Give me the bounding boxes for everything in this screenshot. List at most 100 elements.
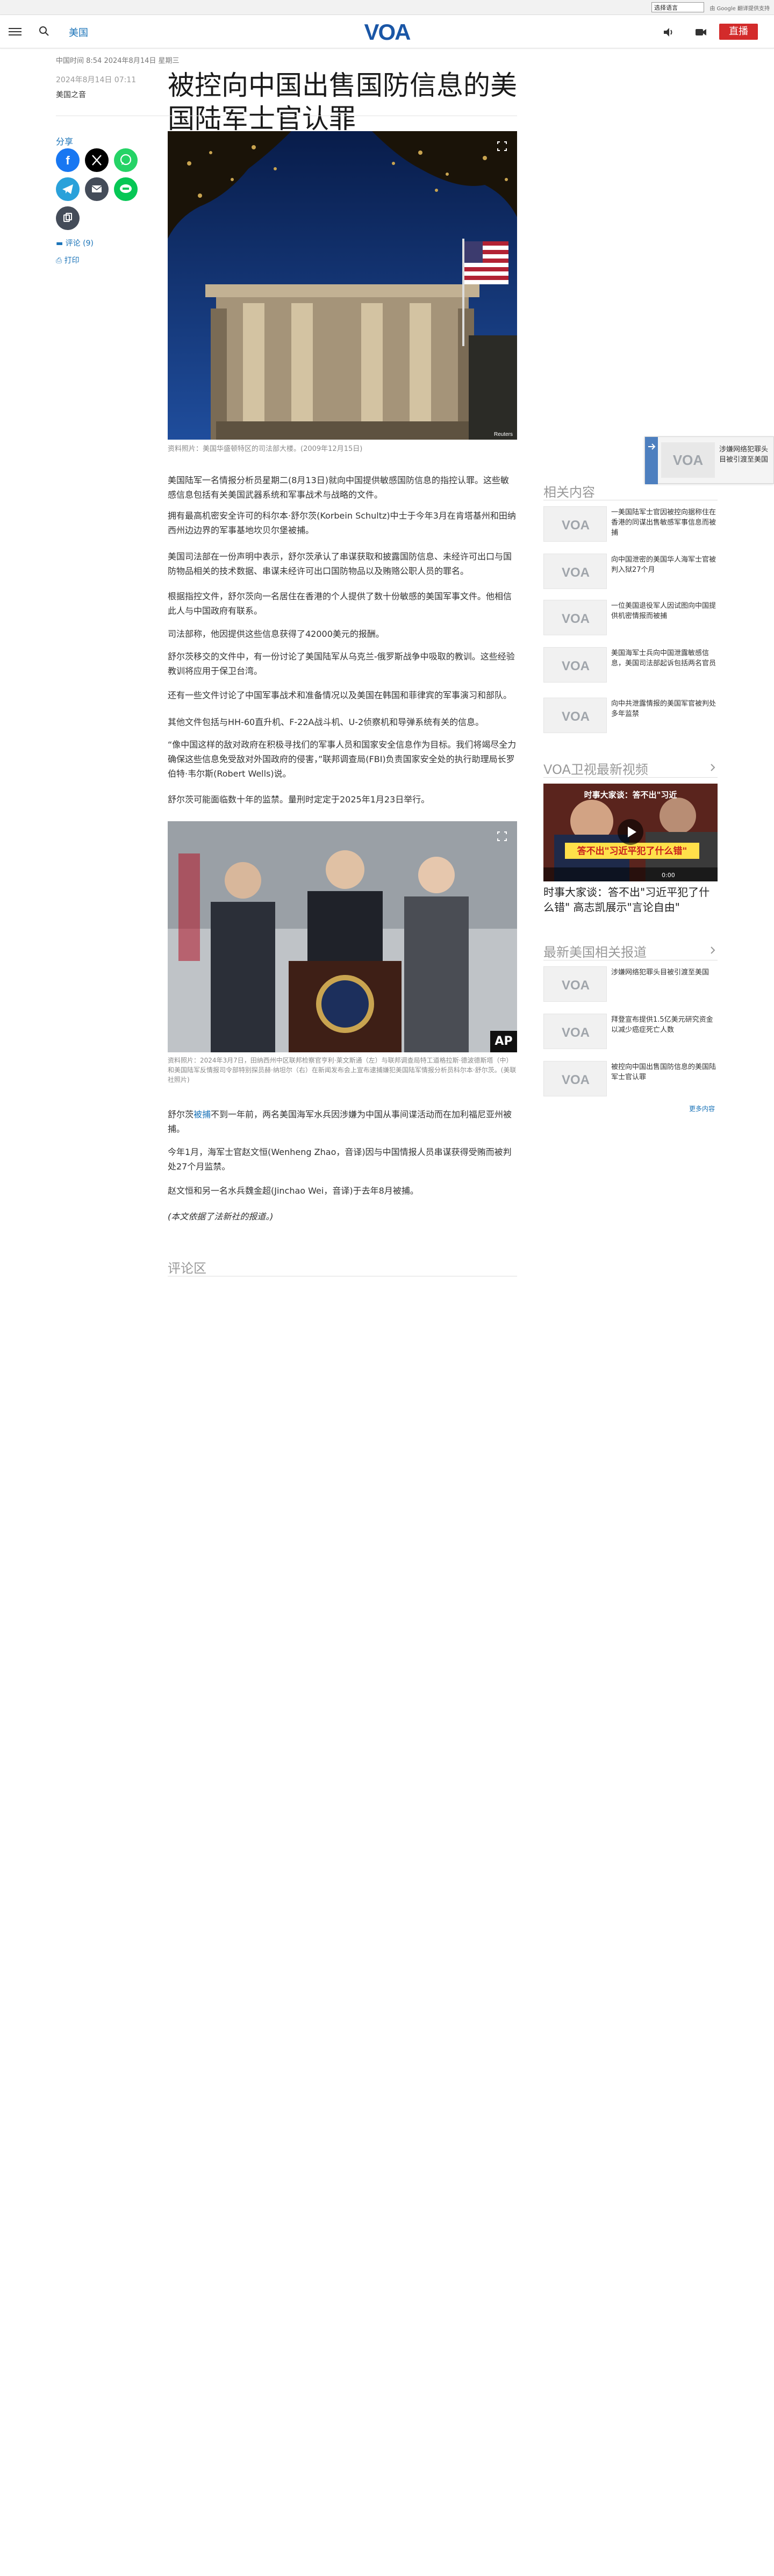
site-header: 美国 VOA 直播 <box>0 15 774 48</box>
latest-item-link[interactable]: 拜登宣布提供1.5亿美元研究资金以减少癌症死亡人数 <box>611 1015 718 1035</box>
related-item-link[interactable]: 美国海军士兵向中国泄露敏感信息，美国司法部起诉包括两名官员 <box>611 648 718 669</box>
translate-powered-text: 由 Google 翻译提供支持 <box>710 6 770 12</box>
photo-credit: Reuters <box>493 432 513 437</box>
justice-building-illustration <box>168 131 517 440</box>
paragraph: “像中国这样的敌对政府在积极寻找们的军事人员和国家安全信息作为目标。我们将竭尽全… <box>168 740 517 779</box>
press-conference-photo: AP <box>168 821 517 1052</box>
whatsapp-icon <box>114 148 138 172</box>
source-note: (本文依据了法新社的报道。) <box>168 1211 274 1222</box>
language-select[interactable]: 选择语言 <box>651 2 704 12</box>
paragraph: 舒尔茨可能面临数十年的监禁。量刑时定定于2025年1月23日举行。 <box>168 794 430 805</box>
press-conference-illustration <box>168 821 517 1052</box>
voa-logo[interactable]: VOA <box>357 19 417 44</box>
related-item-link[interactable]: 向中共泄露情报的美国军官被判处多年监禁 <box>611 699 718 719</box>
copy-link-button[interactable] <box>56 206 80 230</box>
section-link-us[interactable]: 美国 <box>69 25 88 39</box>
search-icon[interactable] <box>38 25 51 38</box>
facebook-icon: f <box>56 148 80 172</box>
related-thumbnail[interactable]: VOA <box>543 554 607 589</box>
comments-link[interactable]: ▬ 评论 (9) <box>56 238 94 248</box>
more-content-link[interactable]: 更多内容 <box>689 1104 715 1113</box>
print-link-label: 打印 <box>64 256 80 265</box>
print-link[interactable]: ⎙ 打印 <box>56 255 80 266</box>
latest-thumbnail[interactable]: VOA <box>543 1014 607 1049</box>
logo-text: VOA <box>364 19 411 44</box>
ap-logo: AP <box>490 1031 517 1052</box>
video-section-title[interactable]: VOA卫视最新视频 <box>543 759 648 778</box>
related-section-title: 相关内容 <box>543 485 595 500</box>
video-overlay-text: 答不出"习近平犯了什么错" <box>577 845 687 857</box>
paragraph: 其他文件包括与HH-60直升机、F-22A战斗机、U-2侦察机和导弹系统有关的信… <box>168 717 484 727</box>
svg-text:VOA: VOA <box>562 1073 590 1087</box>
related-item-link[interactable]: 一美国陆军士官因被控向据称住在香港的同谋出售敏感军事信息而被捕 <box>611 507 718 538</box>
publish-date: 2024年8月14日 07:11 <box>56 76 137 84</box>
paragraph: 舒尔茨移交的文件中，有一份讨论了美国陆军从乌克兰-俄罗斯战争中吸取的教训。这些经… <box>168 651 515 676</box>
photo2-caption: 资料照片：2024年3月7日，田纳西州中区联邦检察官亨利·莱文斯通（左）与联邦调… <box>168 1057 517 1084</box>
chevron-right-icon[interactable] <box>708 946 717 955</box>
expand-icon <box>497 831 507 841</box>
widget-thumbnail: VOA <box>661 442 715 478</box>
svg-text:VOA: VOA <box>562 1025 590 1040</box>
related-thumbnail[interactable]: VOA <box>543 600 607 635</box>
paragraph: 司法部称，他因提供这些信息获得了42000美元的报酬。 <box>168 629 384 639</box>
play-button[interactable] <box>618 819 643 845</box>
svg-text:VOA: VOA <box>562 709 590 724</box>
related-item-link[interactable]: 向中国泄密的美国华人海军士官被判入狱27个月 <box>611 555 718 575</box>
hero-caption: 资料照片：美国华盛顿特区的司法部大楼。(2009年12月15日) <box>168 445 363 453</box>
hero-image: Reuters <box>168 131 517 440</box>
video-card[interactable]: 答不出"习近平犯了什么错" 时事大家谈：答不出"习近 0:00 <box>543 784 718 881</box>
latest-section-title[interactable]: 最新美国相关报道 <box>543 942 647 960</box>
email-share-button[interactable] <box>85 177 109 201</box>
translate-bar: 选择语言 由 Google 翻译提供支持 <box>0 0 774 15</box>
expand-icon <box>497 141 507 151</box>
arrow-right-icon <box>648 443 656 450</box>
divider <box>543 777 718 778</box>
us-flag <box>464 241 508 284</box>
svg-text:VOA: VOA <box>562 612 590 626</box>
latest-item-link[interactable]: 涉嫌网络犯罪头目被引渡至美国 <box>611 967 718 978</box>
author-byline[interactable]: 美国之音 <box>56 89 86 100</box>
line-share-button[interactable] <box>114 177 138 201</box>
line-icon <box>114 177 138 201</box>
latest-thumbnail[interactable]: VOA <box>543 966 607 1002</box>
paragraph: 赵文恒和另一名水兵魏金超(Jinchao Wei，音译)于去年8月被捕。 <box>168 1186 419 1196</box>
paragraph: 美国司法部在一份声明中表示，舒尔茨承认了串谋获取和披露国防信息、未经许可出口与国… <box>168 551 512 576</box>
play-icon <box>628 827 636 837</box>
video-camera-icon[interactable] <box>694 26 707 39</box>
widget-headline: 涉嫌网络犯罪头目被引渡至美国 <box>719 446 769 464</box>
related-item-link[interactable]: 一位美国退役军人因试图向中国提供机密情报而被捕 <box>611 601 718 621</box>
audio-icon[interactable] <box>662 26 675 39</box>
voa-placeholder-logo: VOA <box>673 452 704 468</box>
dateline: 中国时间 8:54 2024年8月14日 星期三 <box>56 57 180 65</box>
video-title-link[interactable]: 时事大家谈：答不出"习近平犯了什么错" 高志凯展示"言论自由" <box>543 885 718 915</box>
telegram-share-button[interactable] <box>56 177 80 201</box>
related-thumbnail[interactable]: VOA <box>543 506 607 542</box>
svg-text:VOA: VOA <box>562 518 590 533</box>
arrest-link[interactable]: 被捕 <box>194 1109 211 1120</box>
video-time: 0:00 <box>662 872 675 879</box>
hero-fullscreen-button[interactable] <box>492 137 512 156</box>
chevron-right-icon[interactable] <box>708 763 717 772</box>
related-thumbnail[interactable]: VOA <box>543 647 607 683</box>
x-share-button[interactable] <box>85 148 109 172</box>
latest-thumbnail[interactable]: VOA <box>543 1061 607 1096</box>
paragraph: 今年1月，海军士官赵文恒(Wenheng Zhao，音译)因与中国情报人员串谋获… <box>168 1147 512 1172</box>
x-icon <box>85 148 109 172</box>
svg-text:VOA: VOA <box>673 452 704 468</box>
share-label: 分享 <box>56 137 74 147</box>
facebook-share-button[interactable]: f <box>56 148 80 172</box>
comments-section-title: 评论区 <box>168 1261 206 1276</box>
paragraph: 舒尔茨被捕不到一年前，两名美国海军水兵因涉嫌为中国从事间谍活动而在加利福尼亚州被… <box>168 1107 517 1136</box>
paragraph-text: 不到一年前，两名美国海军水兵因涉嫌为中国从事间谍活动而在加利福尼亚州被捕。 <box>168 1109 512 1134</box>
floating-related-widget[interactable]: VOA 涉嫌网络犯罪头目被引渡至美国 <box>644 436 774 484</box>
live-button[interactable]: 直播 <box>719 24 758 40</box>
paragraph: 根据指控文件，舒尔茨向一名居住在香港的个人提供了数十份敏感的美国军事文件。他相信… <box>168 591 512 616</box>
related-thumbnail[interactable]: VOA <box>543 698 607 733</box>
comments-link-label: 评论 (9) <box>65 239 94 248</box>
hamburger-menu-icon[interactable] <box>9 26 22 38</box>
svg-text:VOA: VOA <box>562 565 590 580</box>
widget-tab[interactable] <box>645 437 658 484</box>
whatsapp-share-button[interactable] <box>114 148 138 172</box>
latest-item-link[interactable]: 被控向中国出售国防信息的美国陆军士官认罪 <box>611 1062 718 1082</box>
photo2-fullscreen-button[interactable] <box>492 827 512 846</box>
